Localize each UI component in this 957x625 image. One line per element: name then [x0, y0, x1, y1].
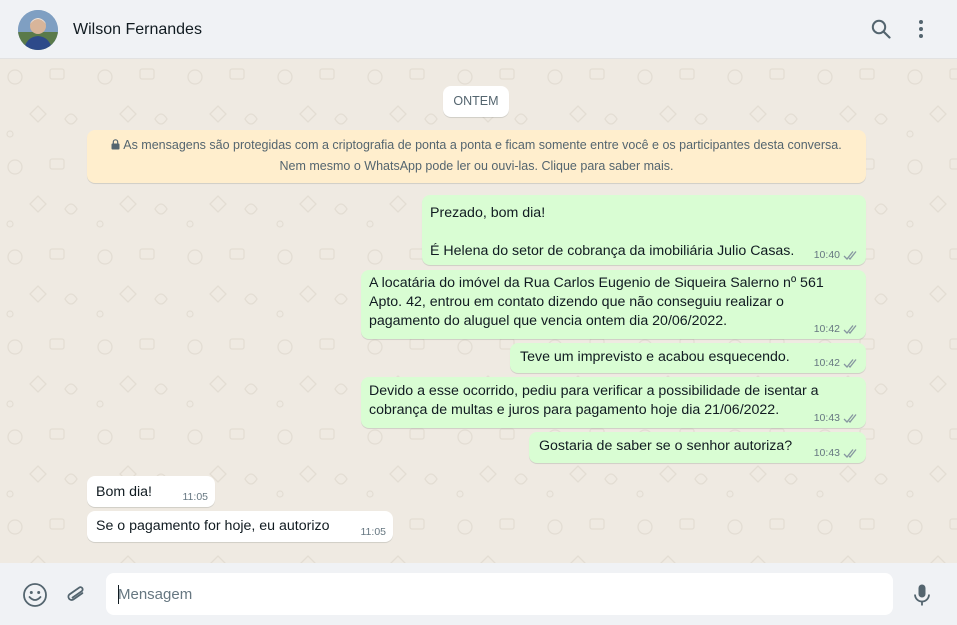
encryption-notice[interactable]: As mensagens são protegidas com a cripto…	[87, 130, 866, 183]
message-time: 11:05	[182, 491, 209, 503]
double-check-icon	[843, 358, 857, 368]
message-time: 10:42	[813, 357, 840, 369]
conversation-panel[interactable]: ONTEM As mensagens são protegidas com a …	[0, 59, 957, 563]
message-bubble-in[interactable]: Bom dia! 11:05	[87, 476, 215, 507]
message-text: A locatária do imóvel da Rua Carlos Euge…	[369, 275, 824, 329]
date-divider: ONTEM	[443, 86, 509, 117]
encryption-notice-line1: As mensagens são protegidas com a cripto…	[87, 135, 866, 156]
emoji-icon[interactable]	[22, 582, 48, 608]
message-text: Devido a esse ocorrido, pediu para verif…	[369, 383, 819, 418]
menu-icon[interactable]	[909, 17, 933, 41]
attach-icon[interactable]	[63, 582, 89, 608]
text-caret	[118, 585, 119, 604]
message-bubble-out[interactable]: A locatária do imóvel da Rua Carlos Euge…	[361, 270, 866, 339]
message-time: 10:43	[813, 412, 840, 424]
message-time: 11:05	[360, 526, 387, 538]
avatar-image	[18, 10, 58, 50]
message-bubble-out[interactable]: Devido a esse ocorrido, pediu para verif…	[361, 377, 866, 428]
message-time: 10:43	[813, 447, 840, 459]
message-bubble-out[interactable]: Prezado, bom dia! É Helena do setor de c…	[422, 195, 866, 265]
double-check-icon	[843, 324, 857, 334]
message-text: Teve um imprevisto e acabou esquecendo.	[520, 349, 790, 365]
message-text: Se o pagamento for hoje, eu autorizo	[96, 518, 330, 534]
double-check-icon	[843, 448, 857, 458]
double-check-icon	[843, 250, 857, 260]
contact-name[interactable]: Wilson Fernandes	[73, 21, 202, 39]
compose-bar	[0, 563, 957, 625]
message-input[interactable]	[106, 573, 893, 615]
encryption-notice-line2: Nem mesmo o WhatsApp pode ler ou ouvi-la…	[279, 159, 674, 173]
search-icon[interactable]	[869, 17, 893, 41]
message-time: 10:40	[813, 249, 840, 261]
double-check-icon	[843, 413, 857, 423]
message-bubble-out[interactable]: Teve um imprevisto e acabou esquecendo. …	[510, 343, 866, 373]
message-bubble-out[interactable]: Gostaria de saber se o senhor autoriza? …	[529, 432, 866, 463]
message-time: 10:42	[813, 323, 840, 335]
contact-avatar[interactable]	[18, 10, 58, 50]
message-text: Gostaria de saber se o senhor autoriza?	[539, 438, 793, 454]
message-text: Prezado, bom dia! É Helena do setor de c…	[430, 205, 795, 259]
chat-header[interactable]: Wilson Fernandes	[0, 0, 957, 59]
lock-icon	[111, 139, 120, 150]
message-bubble-in[interactable]: Se o pagamento for hoje, eu autorizo 11:…	[87, 511, 393, 542]
microphone-icon[interactable]	[909, 582, 935, 608]
